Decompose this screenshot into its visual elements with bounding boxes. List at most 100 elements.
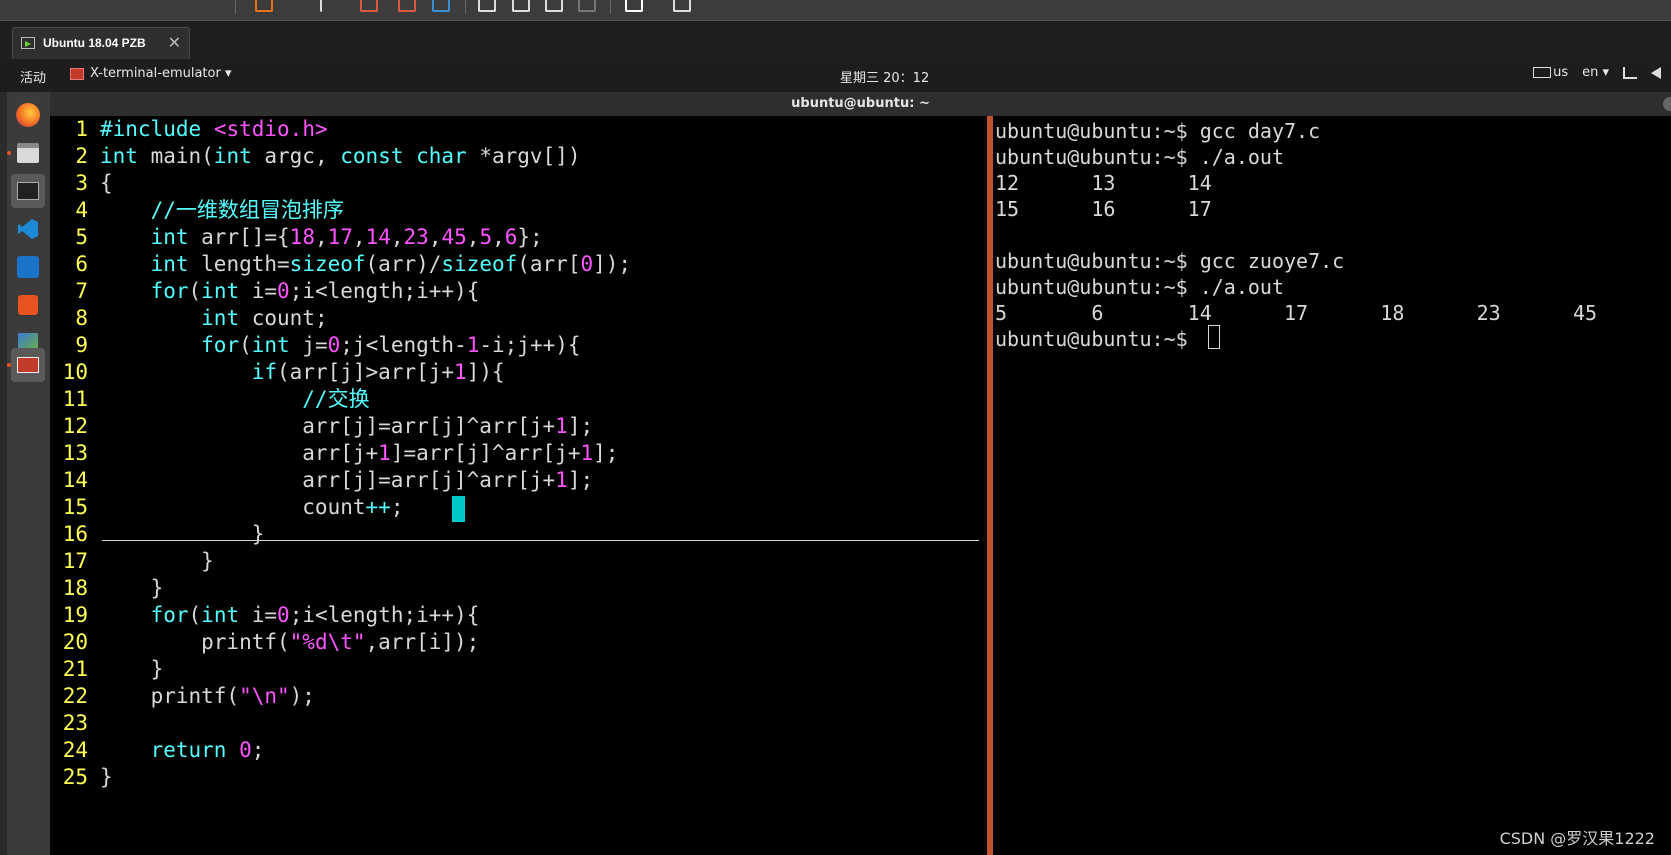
code-line: 14 arr[j]=arr[j]^arr[j+1];: [50, 467, 593, 494]
code-line: 6 int length=sizeof(arr)/sizeof(arr[0]);: [50, 251, 631, 278]
terminal-title-bar: ubuntu@ubuntu: ~: [50, 92, 1671, 116]
window-control-icon[interactable]: [1663, 97, 1671, 111]
x-terminal-icon: [17, 357, 39, 373]
app-menu[interactable]: X-terminal-emulator ▾: [70, 66, 231, 81]
volume-icon[interactable]: [1651, 66, 1661, 79]
vm-running-icon: [21, 37, 35, 49]
pause-icon[interactable]: [255, 0, 273, 12]
code-line: 19 for(int i=0;i<length;i++){: [50, 602, 480, 629]
line-number: 18: [62, 576, 88, 600]
files-icon: [17, 143, 39, 163]
line-number: 16: [62, 522, 88, 546]
code-line: 17 }: [50, 548, 214, 575]
network-icon[interactable]: [1623, 66, 1637, 79]
code-line: 2 int main(int argc, const char *argv[]): [50, 143, 580, 170]
line-number: 7: [75, 279, 88, 303]
line-number: 25: [62, 765, 88, 789]
code-line: 13 arr[j+1]=arr[j]^arr[j+1];: [50, 440, 619, 467]
fullscreen-icon[interactable]: [478, 0, 496, 12]
code-line: 18 }: [50, 575, 164, 602]
line-number: 10: [62, 360, 88, 384]
watermark: CSDN @罗汉果1222: [1499, 829, 1655, 848]
code-line: 20 printf("%d\t",arr[i]);: [50, 629, 480, 656]
code-line: 8 int count;: [50, 305, 327, 332]
system-tray: us en ▾: [1533, 65, 1661, 80]
line-number: 5: [75, 225, 88, 249]
line-number: 14: [62, 468, 88, 492]
vm-tab-label: Ubuntu 18.04 PZB: [43, 36, 146, 50]
software-icon: [18, 295, 38, 315]
code-line: 16 }: [50, 521, 265, 548]
running-indicator: [7, 151, 11, 155]
firefox-icon: [16, 103, 40, 127]
console-view-icon[interactable]: [545, 0, 563, 12]
line-number: 4: [75, 198, 88, 222]
line-number: 23: [62, 711, 88, 735]
line-number: 21: [62, 657, 88, 681]
manage-snapshots-icon[interactable]: [432, 0, 450, 12]
terminal-window[interactable]: ubuntu@ubuntu: ~ 1 #include <stdio.h> 2 in…: [50, 92, 1671, 855]
code-line: 12 arr[j]=arr[j]^arr[j+1];: [50, 413, 593, 440]
shell-line: 12 13 14: [995, 171, 1212, 195]
terminal-title: ubuntu@ubuntu: ~: [791, 96, 930, 111]
shell-line: ubuntu@ubuntu:~$ gcc day7.c: [995, 119, 1321, 143]
keyboard-layout-indicator[interactable]: us: [1533, 65, 1568, 80]
line-number: 6: [75, 252, 88, 276]
terminal-app-icon: [70, 67, 84, 80]
app-menu-label: X-terminal-emulator ▾: [90, 66, 232, 81]
gnome-top-bar: 活动 X-terminal-emulator ▾ 星期三 20：12 us en…: [0, 59, 1671, 92]
shell-line: ubuntu@ubuntu:~$ gcc zuoye7.c: [995, 249, 1345, 273]
shell-cursor: [1208, 325, 1220, 349]
vc-icon: [17, 256, 39, 278]
keyboard-icon: [1533, 67, 1552, 78]
vm-tab[interactable]: Ubuntu 18.04 PZB ✕: [12, 27, 190, 59]
terminal-icon: [17, 182, 39, 200]
vm-toolbar: [0, 0, 1671, 21]
shell-pane[interactable]: ubuntu@ubuntu:~$ gcc day7.c ubuntu@ubunt…: [993, 116, 1671, 855]
input-method-indicator[interactable]: en ▾: [1582, 65, 1609, 80]
vm-tab-strip: Ubuntu 18.04 PZB ✕: [0, 21, 1671, 59]
thumbnail-icon[interactable]: [673, 0, 691, 12]
stretch-icon[interactable]: [578, 0, 596, 12]
shell-line: 5 6 14 17 18 23 45: [995, 301, 1598, 325]
dock-item-files[interactable]: [7, 136, 45, 170]
dock-item-vc[interactable]: [11, 250, 45, 284]
code-line: 24 return 0;: [50, 737, 265, 764]
vscode-icon: [18, 219, 38, 239]
dock-item-vscode[interactable]: [11, 212, 45, 246]
line-number: 3: [75, 171, 88, 195]
line-number: 15: [62, 495, 88, 519]
shell-prompt: ubuntu@ubuntu:~$: [995, 327, 1200, 351]
line-number: 22: [62, 684, 88, 708]
code-line: 1 #include <stdio.h>: [50, 116, 327, 143]
dock: [7, 92, 50, 855]
keyboard-layout-label: us: [1553, 65, 1569, 80]
code-line: 15 count++;: [50, 494, 404, 521]
line-number: 8: [75, 306, 88, 330]
vim-editor-pane[interactable]: 1 #include <stdio.h> 2 int main(int argc, …: [50, 116, 987, 855]
toolbar-separator: [235, 0, 236, 14]
clock[interactable]: 星期三 20：12: [840, 67, 929, 86]
dock-item-terminal[interactable]: [11, 174, 45, 208]
library-icon[interactable]: [625, 0, 643, 12]
revert-icon[interactable]: [398, 0, 416, 12]
line-number: 11: [62, 387, 88, 411]
snapshot-icon[interactable]: [360, 0, 378, 12]
unity-icon[interactable]: [512, 0, 530, 12]
code-line: 5 int arr[]={18,17,14,23,45,5,6};: [50, 224, 542, 251]
dock-item-firefox[interactable]: [11, 98, 45, 132]
line-number: 13: [62, 441, 88, 465]
dock-item-x-terminal[interactable]: [7, 348, 45, 382]
activities-button[interactable]: 活动: [20, 67, 46, 86]
line-number: 9: [75, 333, 88, 357]
dock-item-software[interactable]: [11, 288, 45, 322]
code-line: 23: [50, 710, 100, 737]
close-icon[interactable]: ✕: [168, 33, 181, 52]
line-number: 20: [62, 630, 88, 654]
arrow-down-icon[interactable]: [320, 0, 326, 12]
code-line: 7 for(int i=0;i<length;i++){: [50, 278, 479, 305]
line-number: 17: [62, 549, 88, 573]
line-number: 2: [75, 144, 88, 168]
code-line: 9 for(int j=0;j<length-1-i;j++){: [50, 332, 580, 359]
cursorline-underline: [102, 540, 979, 541]
